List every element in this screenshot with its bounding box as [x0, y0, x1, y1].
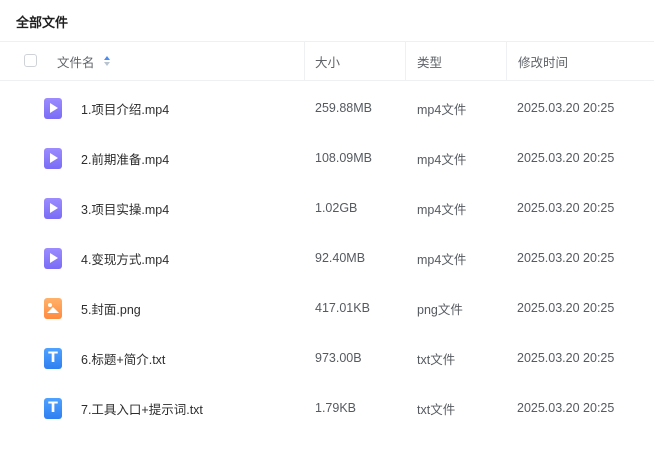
column-header-modified-label: 修改时间	[518, 55, 569, 70]
file-name-cell[interactable]: 1.项目介绍.mp4	[44, 83, 169, 133]
file-type: txt文件	[417, 352, 456, 367]
column-header-modified[interactable]: 修改时间	[506, 42, 654, 80]
select-all-checkbox[interactable]	[24, 54, 37, 67]
file-name[interactable]: 5.封面.png	[81, 299, 141, 318]
column-header-name-label: 文件名	[57, 55, 95, 70]
file-size: 417.01KB	[315, 301, 370, 315]
file-size: 108.09MB	[315, 151, 372, 165]
file-name[interactable]: 6.标题+简介.txt	[81, 349, 165, 368]
file-name-cell[interactable]: T 7.工具入口+提示词.txt	[44, 383, 203, 433]
table-row[interactable]: 3.项目实操.mp4 1.02GB mp4文件 2025.03.20 20:25	[0, 183, 654, 233]
file-name[interactable]: 4.变现方式.mp4	[81, 249, 169, 268]
table-row[interactable]: 5.封面.png 417.01KB png文件 2025.03.20 20:25	[0, 283, 654, 333]
file-type: png文件	[417, 302, 463, 317]
file-type: mp4文件	[417, 152, 467, 167]
file-name[interactable]: 3.项目实操.mp4	[81, 199, 169, 218]
file-name[interactable]: 1.项目介绍.mp4	[81, 99, 169, 118]
table-header: 文件名 大小 类型 修改时间	[0, 41, 654, 81]
file-name-cell[interactable]: 5.封面.png	[44, 283, 141, 333]
file-size: 92.40MB	[315, 251, 366, 265]
file-type: mp4文件	[417, 252, 467, 267]
text-file-icon: T	[44, 347, 62, 369]
file-type: mp4文件	[417, 102, 467, 117]
table-row[interactable]: T 7.工具入口+提示词.txt 1.79KB txt文件 2025.03.20 20:…	[0, 383, 654, 433]
file-size: 1.79KB	[315, 401, 357, 415]
file-name-cell[interactable]: T 6.标题+简介.txt	[44, 333, 165, 383]
file-name[interactable]: 7.工具入口+提示词.txt	[81, 399, 203, 418]
column-header-type-label: 类型	[417, 55, 443, 70]
column-header-size-label: 大小	[315, 55, 341, 70]
column-header-type[interactable]: 类型	[405, 42, 507, 80]
table-row[interactable]: T 6.标题+简介.txt 973.00B txt文件 2025.03.20 20:25	[0, 333, 654, 383]
file-modified: 2025.03.20 20:25	[517, 101, 615, 115]
breadcrumb[interactable]: 全部文件	[16, 12, 68, 31]
file-list: 1.项目介绍.mp4 259.88MB mp4文件 2025.03.20 20:25 2…	[0, 83, 654, 433]
file-size: 259.88MB	[315, 101, 372, 115]
file-modified: 2025.03.20 20:25	[517, 151, 615, 165]
table-row[interactable]: 2.前期准备.mp4 108.09MB mp4文件 2025.03.20 20:25	[0, 133, 654, 183]
file-name-cell[interactable]: 2.前期准备.mp4	[44, 133, 169, 183]
column-header-name[interactable]: 文件名	[57, 42, 110, 80]
column-header-size[interactable]: 大小	[304, 42, 406, 80]
video-file-icon	[44, 147, 62, 169]
file-size: 1.02GB	[315, 201, 358, 215]
text-file-icon: T	[44, 397, 62, 419]
file-name[interactable]: 2.前期准备.mp4	[81, 149, 169, 168]
video-file-icon	[44, 247, 62, 269]
table-row[interactable]: 1.项目介绍.mp4 259.88MB mp4文件 2025.03.20 20:25	[0, 83, 654, 133]
table-row[interactable]: 4.变现方式.mp4 92.40MB mp4文件 2025.03.20 20:25	[0, 233, 654, 283]
file-size: 973.00B	[315, 351, 362, 365]
file-modified: 2025.03.20 20:25	[517, 301, 615, 315]
video-file-icon	[44, 97, 62, 119]
file-type: txt文件	[417, 402, 456, 417]
file-modified: 2025.03.20 20:25	[517, 401, 615, 415]
file-name-cell[interactable]: 3.项目实操.mp4	[44, 183, 169, 233]
image-file-icon	[44, 297, 62, 319]
sort-icon[interactable]	[103, 55, 110, 67]
file-name-cell[interactable]: 4.变现方式.mp4	[44, 233, 169, 283]
file-modified: 2025.03.20 20:25	[517, 251, 615, 265]
video-file-icon	[44, 197, 62, 219]
file-modified: 2025.03.20 20:25	[517, 201, 615, 215]
file-type: mp4文件	[417, 202, 467, 217]
file-list-page: 全部文件 文件名 大小 类型 修改时间 1.项目介绍.mp4 259.88MB mp…	[0, 0, 654, 460]
file-modified: 2025.03.20 20:25	[517, 351, 615, 365]
